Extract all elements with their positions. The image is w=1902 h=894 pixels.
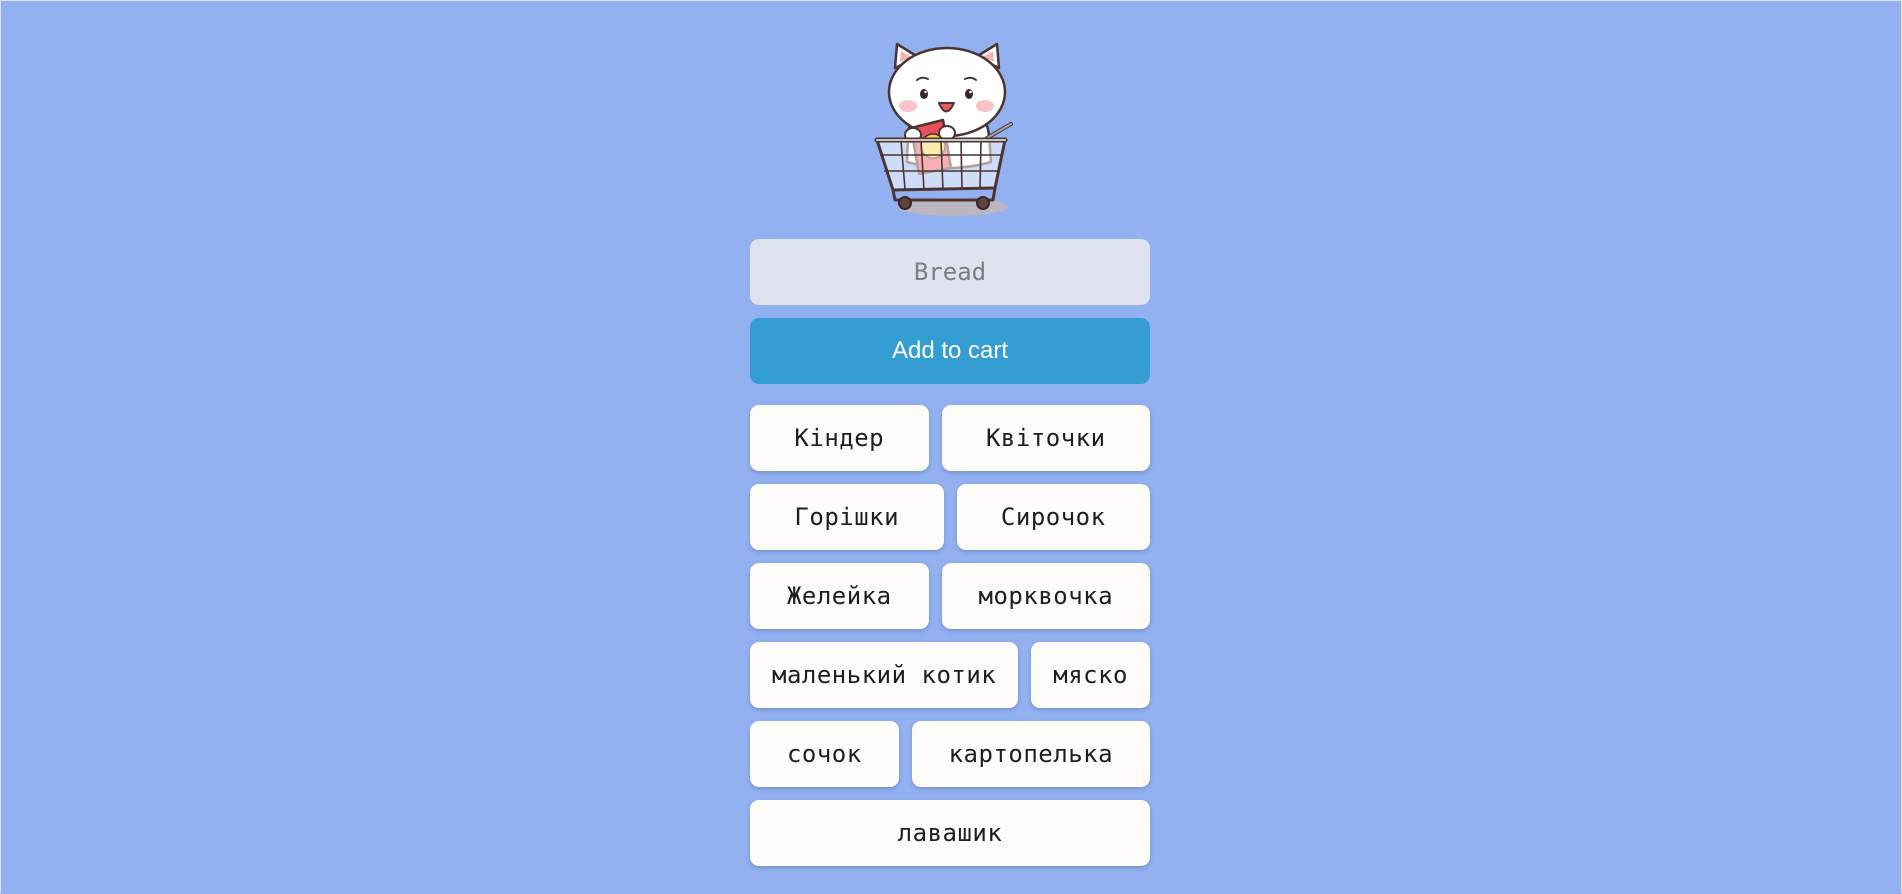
cart-item-button[interactable]: морквочка	[941, 563, 1151, 629]
cart-item-button[interactable]: маленький котик	[750, 642, 1019, 708]
cart-item-button[interactable]: Желейка	[750, 563, 929, 629]
cart-item-button[interactable]: Кіндер	[750, 405, 929, 471]
cart-items-list: Кіндер Квіточки Горішки Сирочок Желейка …	[750, 405, 1151, 866]
cart-item-button[interactable]: мяско	[1031, 642, 1150, 708]
cart-item-button[interactable]: сочок	[750, 721, 899, 787]
cart-item-button[interactable]: Горішки	[750, 484, 944, 550]
cart-item-button[interactable]: Квіточки	[941, 405, 1151, 471]
item-name-input[interactable]	[750, 239, 1150, 305]
add-to-cart-button[interactable]: Add to cart	[750, 318, 1150, 384]
cart-item-button[interactable]: картопелька	[911, 721, 1151, 787]
cart-item-button[interactable]: лавашик	[750, 800, 1150, 866]
cat-in-cart-mascot-image	[874, 42, 1013, 216]
cart-item-button[interactable]: Сирочок	[956, 484, 1150, 550]
shopping-app: Add to cart Кіндер Квіточки Горішки Сиро…	[750, 40, 1151, 866]
